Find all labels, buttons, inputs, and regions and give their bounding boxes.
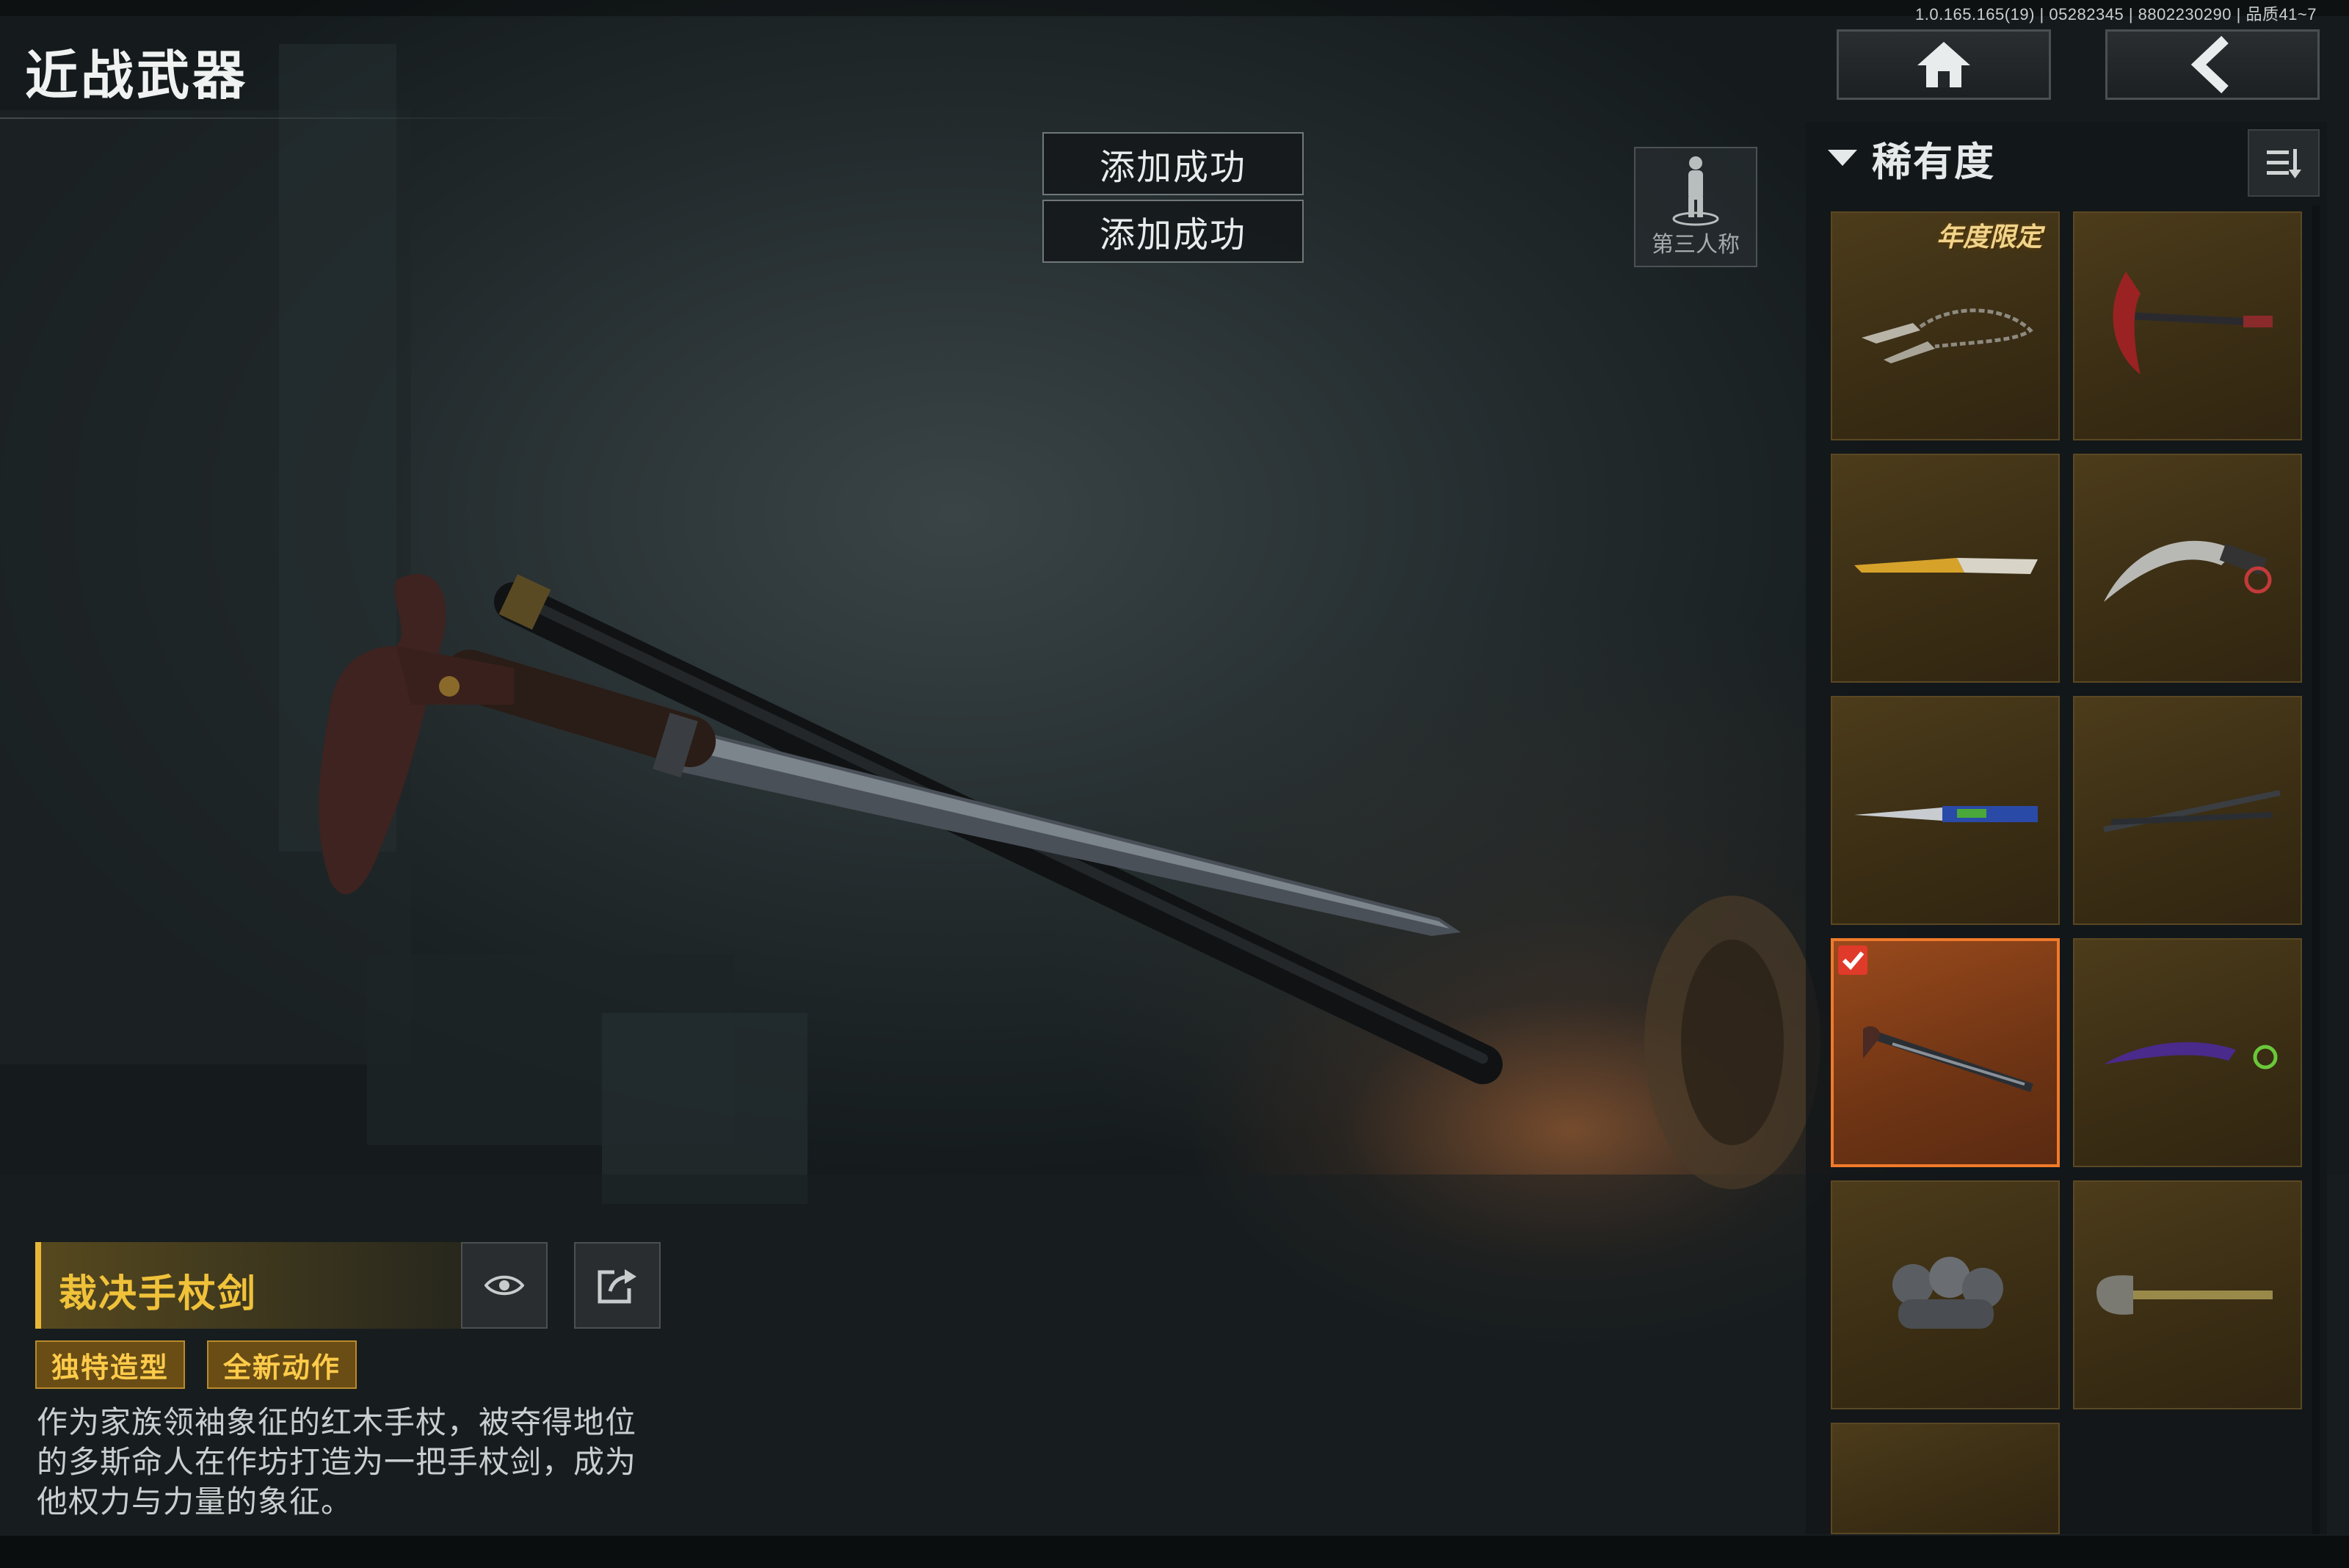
item-tile-twin-blade[interactable] [2073,696,2302,925]
sort-icon [2267,149,2301,178]
item-tile-partial[interactable] [1831,1423,2060,1534]
item-tile-chain-dagger[interactable]: 年度限定 [1831,211,2060,440]
item-name-bar: 裁决手杖剑 [35,1242,461,1329]
limited-badge: 年度限定 [1936,222,2042,253]
eye-icon [484,1275,524,1296]
rarity-filter[interactable]: 稀有度 [1826,132,1995,185]
panel-scrollbar[interactable] [2312,206,2320,1534]
purple-karambit-icon [2104,1042,2278,1070]
chevron-down-icon [1828,150,1857,166]
brass-knuckles-icon [1892,1257,2003,1329]
item-tile-scythe[interactable] [2073,211,2302,440]
scythe-icon [2113,272,2273,374]
build-info-text: 1.0.165.165(19) | 05282345 | 8802230290 … [1915,5,2317,23]
twin-blade-icon [2103,790,2281,832]
item-tile-shovel[interactable] [2073,1180,2302,1409]
item-tile-purple-karambit[interactable] [2073,938,2302,1167]
share-icon [598,1269,636,1304]
page-title: 近战武器 [25,45,249,106]
item-tile-brass-knuckles[interactable] [1831,1180,2060,1409]
feature-tag: 独特造型 [35,1340,186,1389]
item-tile-cane-sword[interactable] [1831,938,2060,1167]
toast-message: 添加成功 [1042,200,1304,263]
title-divider [0,117,587,119]
item-tile-karambit[interactable] [2073,454,2302,683]
home-icon [1917,42,1970,87]
third-person-figure-icon [1672,156,1719,226]
sort-button[interactable] [2248,129,2320,197]
preview-button[interactable] [461,1242,548,1329]
item-description-line: 的多斯命人在作坊打造为一把手杖剑，成为 [37,1444,637,1480]
bottom-strip [0,1536,2349,1568]
blue-butterfly-knife-icon [1854,806,2038,822]
item-tile-golden-knife[interactable] [1831,454,2060,683]
rarity-filter-label: 稀有度 [1872,138,1995,185]
share-button[interactable] [574,1242,661,1329]
karambit-icon [2104,540,2272,602]
item-tile-blue-butterfly-knife[interactable] [1831,696,2060,925]
cane-sword-icon [1863,1026,2033,1092]
item-name: 裁决手杖剑 [59,1272,258,1316]
toast-message: 添加成功 [1042,132,1304,195]
third-person-toggle[interactable]: 第三人称 [1634,147,1757,267]
shovel-icon [2096,1275,2273,1315]
back-button[interactable] [2105,29,2320,100]
third-person-label: 第三人称 [1652,232,1740,258]
feature-tag: 全新动作 [207,1340,357,1389]
golden-knife-icon [1854,558,2038,574]
back-chevron-icon [2190,35,2229,94]
home-button[interactable] [1837,29,2051,100]
item-description-line: 作为家族领袖象征的红木手杖，被夺得地位 [37,1404,637,1440]
item-description-line: 他权力与力量的象征。 [37,1484,353,1520]
